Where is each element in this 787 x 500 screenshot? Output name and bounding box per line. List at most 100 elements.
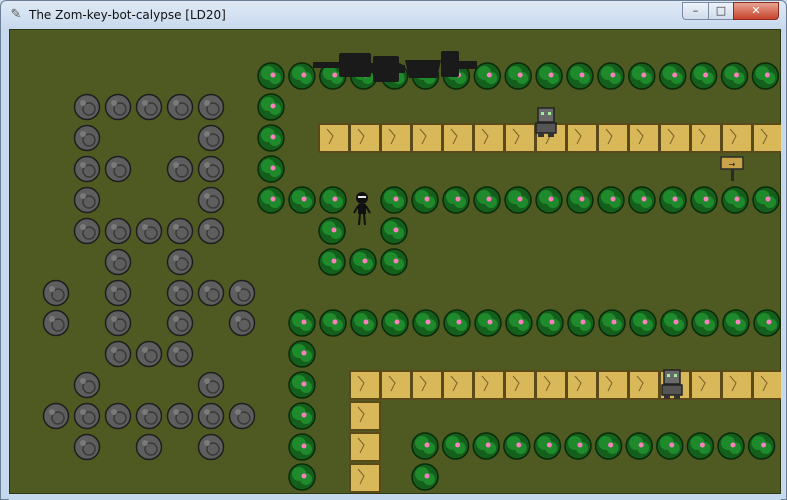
bush: [690, 186, 718, 214]
sand-tile: [752, 370, 781, 400]
bush: [747, 432, 776, 460]
bush: [753, 309, 781, 337]
bush: [752, 186, 780, 214]
sand-tile: [473, 123, 505, 153]
bush: [350, 309, 378, 337]
rock: [197, 371, 225, 399]
bush: [288, 309, 316, 337]
bush: [380, 248, 408, 276]
bush: [535, 186, 563, 214]
close-button[interactable]: ✕: [733, 2, 779, 20]
bush: [318, 217, 346, 245]
game-canvas[interactable]: →: [9, 29, 781, 494]
rock: [104, 217, 132, 245]
rock: [166, 309, 194, 337]
bush: [660, 309, 688, 337]
sand-tile: [566, 123, 598, 153]
bush: [472, 432, 500, 460]
sand-tile: [752, 123, 781, 153]
rock: [228, 402, 256, 430]
bush: [594, 432, 623, 460]
minimize-button[interactable]: –: [682, 2, 709, 20]
rock: [228, 309, 256, 337]
sand-tile: [318, 123, 350, 153]
window-title: The Zom-key-bot-calypse [LD20]: [29, 8, 226, 22]
bush: [659, 186, 687, 214]
rock: [104, 93, 132, 121]
bush: [380, 186, 408, 214]
bush: [691, 309, 719, 337]
rock: [166, 93, 194, 121]
rock: [73, 93, 101, 121]
sand-tile: [721, 370, 753, 400]
bush: [689, 62, 718, 90]
bush: [288, 371, 316, 399]
rock: [166, 340, 194, 368]
rock: [104, 309, 132, 337]
rock: [135, 217, 163, 245]
rock: [197, 124, 225, 152]
bush: [473, 186, 501, 214]
bush: [411, 432, 439, 460]
bush: [504, 62, 532, 90]
sand-tile: [504, 123, 536, 153]
bush: [564, 432, 592, 460]
rock: [135, 340, 163, 368]
bush: [257, 124, 285, 152]
bush: [721, 186, 749, 214]
robot: [535, 107, 557, 137]
sand-tile: [349, 123, 381, 153]
bush: [412, 309, 440, 337]
rock: [228, 279, 256, 307]
bush: [720, 62, 749, 90]
maximize-button[interactable]: □: [708, 2, 734, 20]
rock: [197, 93, 225, 121]
bush: [257, 155, 285, 183]
sand-tile: [442, 370, 474, 400]
bush: [504, 186, 532, 214]
sand-tile: [442, 123, 474, 153]
game-scene: →: [42, 51, 781, 493]
sand-tile: [597, 370, 629, 400]
bush: [628, 186, 656, 214]
rock: [73, 217, 101, 245]
rock: [42, 309, 70, 337]
rock: [197, 433, 225, 461]
rock: [42, 402, 70, 430]
bush: [505, 309, 533, 337]
sand-tile: [411, 123, 443, 153]
sand-tile: [597, 123, 629, 153]
player-character: [353, 192, 371, 226]
bush: [535, 62, 563, 90]
bush: [349, 248, 377, 276]
rock: [166, 279, 194, 307]
rock: [104, 279, 132, 307]
sand-tile: [380, 123, 412, 153]
sand-tile: [349, 463, 381, 493]
bush: [318, 248, 346, 276]
feather-icon: ✎: [10, 7, 22, 22]
bush: [717, 432, 745, 460]
bush: [566, 186, 594, 214]
sand-tile: [659, 123, 691, 153]
app-window: ✎ The Zom-key-bot-calypse [LD20] – □ ✕ →: [0, 0, 787, 500]
bush: [257, 62, 285, 90]
rock: [73, 433, 101, 461]
rock: [135, 93, 163, 121]
signpost-arrow: →: [729, 160, 736, 169]
bush: [751, 62, 780, 90]
bush: [443, 309, 471, 337]
sand-tile: [473, 370, 505, 400]
sand-tile: [349, 401, 381, 431]
title-bar[interactable]: ✎ The Zom-key-bot-calypse [LD20]: [1, 1, 786, 28]
rock: [104, 340, 132, 368]
rock: [166, 402, 194, 430]
sand-tile: [628, 370, 660, 400]
bush: [442, 186, 470, 214]
rock: [104, 155, 132, 183]
bush: [381, 309, 409, 337]
bush: [288, 186, 316, 214]
rock: [135, 433, 163, 461]
bush: [319, 186, 347, 214]
bush: [380, 217, 408, 245]
